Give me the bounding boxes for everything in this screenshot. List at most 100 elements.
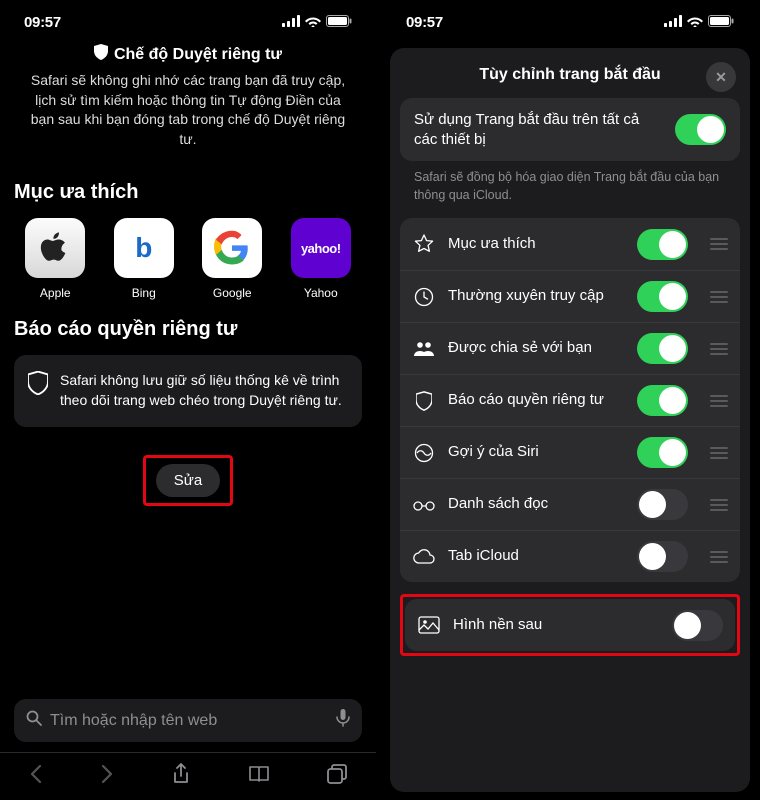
sync-text: Sử dụng Trang bắt đầu trên tất cả các th… — [414, 110, 663, 149]
google-icon — [202, 218, 262, 278]
status-time: 09:57 — [406, 14, 443, 31]
shield-icon — [412, 391, 436, 411]
shield-icon — [94, 44, 108, 65]
highlight-frame-edit: Sửa — [143, 455, 233, 506]
forward-icon[interactable] — [100, 764, 114, 789]
drag-handle-icon[interactable] — [710, 551, 728, 563]
status-bar: 09:57 — [382, 0, 758, 44]
private-mode-title: Chế độ Duyệt riêng tư — [114, 46, 282, 64]
toolbar — [0, 752, 376, 800]
privacy-card-text: Safari không lưu giữ số liệu thống kê về… — [60, 371, 348, 410]
option-label: Mục ưa thích — [448, 235, 625, 254]
fav-label: Google — [213, 286, 252, 300]
cloud-icon — [412, 549, 436, 565]
drag-handle-icon[interactable] — [710, 291, 728, 303]
yahoo-icon: yahoo! — [291, 218, 351, 278]
private-mode-card: Chế độ Duyệt riêng tư Safari sẽ không gh… — [14, 44, 362, 163]
bookmarks-icon[interactable] — [248, 765, 270, 788]
search-field[interactable]: Tìm hoặc nhập tên web — [14, 699, 362, 742]
option-toggle[interactable] — [637, 333, 688, 364]
left-content: Chế độ Duyệt riêng tư Safari sẽ không gh… — [0, 44, 376, 506]
share-icon[interactable] — [172, 763, 190, 790]
sync-group: Sử dụng Trang bắt đầu trên tất cả các th… — [400, 98, 740, 161]
option-toggle[interactable] — [637, 385, 688, 416]
drag-handle-icon[interactable] — [710, 447, 728, 459]
image-icon — [417, 616, 441, 634]
favorite-yahoo[interactable]: yahoo! Yahoo — [280, 218, 363, 300]
sync-desc: Safari sẽ đồng bộ hóa giao diện Trang bắ… — [400, 161, 740, 218]
favorite-apple[interactable]: Apple — [14, 218, 97, 300]
favorites-row: Apple b Bing Google yahoo! Yahoo — [14, 218, 362, 300]
mic-icon[interactable] — [336, 709, 350, 732]
option-toggle[interactable] — [637, 489, 688, 520]
fav-label: Bing — [132, 286, 156, 300]
option-toggle[interactable] — [637, 541, 688, 572]
privacy-card: Safari không lưu giữ số liệu thống kê về… — [14, 355, 362, 426]
option-shared-with-you[interactable]: Được chia sẻ với bạn — [400, 322, 740, 374]
option-reading-list[interactable]: Danh sách đọc — [400, 478, 740, 530]
close-button[interactable]: ✕ — [706, 62, 736, 92]
apple-icon — [25, 218, 85, 278]
background-toggle[interactable] — [672, 610, 723, 641]
signal-icon — [664, 14, 682, 31]
highlight-frame-background: Hình nền sau — [400, 594, 740, 656]
drag-handle-icon[interactable] — [710, 395, 728, 407]
option-toggle[interactable] — [637, 281, 688, 312]
option-icloud-tabs[interactable]: Tab iCloud — [400, 530, 740, 582]
option-privacy-report[interactable]: Báo cáo quyền riêng tư — [400, 374, 740, 426]
search-icon — [26, 710, 42, 731]
option-label: Hình nền sau — [453, 616, 660, 635]
sheet-header: Tùy chỉnh trang bắt đầu ✕ — [400, 62, 740, 98]
background-group: Hình nền sau — [405, 599, 735, 651]
left-phone: 09:57 Chế độ Duyệt riêng tư Safari sẽ kh… — [0, 0, 376, 800]
close-icon: ✕ — [715, 69, 727, 86]
wifi-icon — [305, 14, 321, 31]
battery-icon — [326, 14, 352, 31]
option-label: Thường xuyên truy cập — [448, 287, 625, 306]
status-icons — [664, 14, 734, 31]
tabs-icon[interactable] — [327, 764, 347, 789]
option-label: Tab iCloud — [448, 547, 625, 566]
option-label: Được chia sẻ với bạn — [448, 339, 625, 358]
status-bar: 09:57 — [0, 0, 376, 44]
option-siri-suggestions[interactable]: Gợi ý của Siri — [400, 426, 740, 478]
star-icon — [412, 234, 436, 254]
edit-button-wrap: Sửa — [14, 455, 362, 506]
favorite-bing[interactable]: b Bing — [103, 218, 186, 300]
drag-handle-icon[interactable] — [710, 343, 728, 355]
back-icon[interactable] — [29, 764, 43, 789]
fav-label: Yahoo — [304, 286, 338, 300]
sheet-title: Tùy chỉnh trang bắt đầu — [479, 66, 660, 84]
signal-icon — [282, 14, 300, 31]
siri-icon — [412, 443, 436, 463]
option-toggle[interactable] — [637, 229, 688, 260]
sync-row[interactable]: Sử dụng Trang bắt đầu trên tất cả các th… — [400, 98, 740, 161]
option-label: Gợi ý của Siri — [448, 443, 625, 462]
favorites-title: Mục ưa thích — [14, 181, 362, 204]
glasses-icon — [412, 499, 436, 511]
status-icons — [282, 14, 352, 31]
option-background-image[interactable]: Hình nền sau — [405, 599, 735, 651]
edit-button[interactable]: Sửa — [156, 464, 220, 497]
bottom-bar: Tìm hoặc nhập tên web — [0, 679, 376, 800]
right-phone: 09:57 Tùy chỉnh trang bắt đầu ✕ Sử dụng … — [382, 0, 758, 800]
option-toggle[interactable] — [637, 437, 688, 468]
option-label: Báo cáo quyền riêng tư — [448, 391, 625, 410]
option-frequently-visited[interactable]: Thường xuyên truy cập — [400, 270, 740, 322]
option-label: Danh sách đọc — [448, 495, 625, 514]
people-icon — [412, 341, 436, 357]
favorite-google[interactable]: Google — [191, 218, 274, 300]
drag-handle-icon[interactable] — [710, 238, 728, 250]
battery-icon — [708, 14, 734, 31]
sync-toggle[interactable] — [675, 114, 726, 145]
drag-handle-icon[interactable] — [710, 499, 728, 511]
customize-sheet: Tùy chỉnh trang bắt đầu ✕ Sử dụng Trang … — [390, 48, 750, 792]
privacy-section-title: Báo cáo quyền riêng tư — [14, 318, 362, 341]
option-favorites[interactable]: Mục ưa thích — [400, 218, 740, 270]
status-time: 09:57 — [24, 14, 61, 31]
options-group: Mục ưa thích Thường xuyên truy cập Được … — [400, 218, 740, 582]
clock-icon — [412, 287, 436, 307]
shield-icon — [28, 371, 48, 400]
bing-icon: b — [114, 218, 174, 278]
private-mode-desc: Safari sẽ không ghi nhớ các trang bạn đã… — [24, 71, 352, 149]
